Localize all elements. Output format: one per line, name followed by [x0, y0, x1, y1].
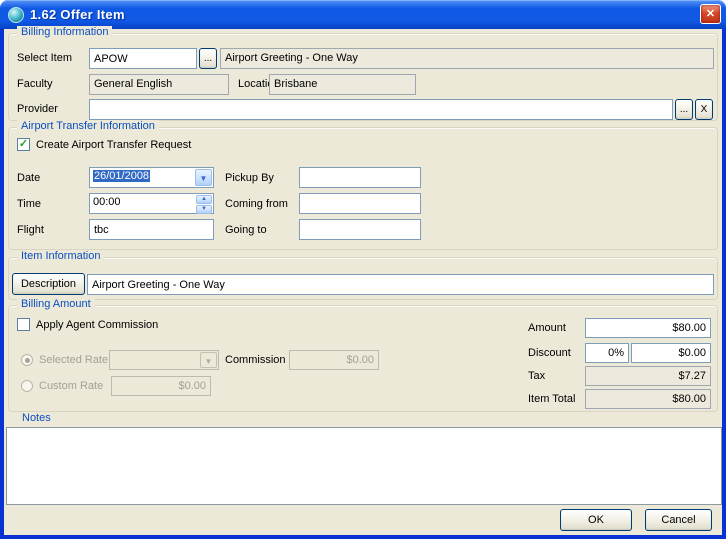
time-value: 00:00 — [90, 194, 195, 213]
custom-rate-label: Custom Rate — [39, 380, 103, 392]
select-item-input[interactable] — [89, 48, 197, 69]
select-item-label: Select Item — [17, 52, 72, 64]
pickup-by-label: Pickup By — [225, 172, 274, 184]
airport-transfer-group: Airport Transfer Information ✓ Create Ai… — [8, 127, 718, 250]
date-label: Date — [17, 172, 40, 184]
provider-browse-button[interactable]: ... — [675, 99, 693, 120]
amount-label: Amount — [528, 322, 566, 334]
faculty-label: Faculty — [17, 78, 52, 90]
selected-rate-value — [110, 351, 199, 369]
selected-rate-select: ▼ — [109, 350, 219, 370]
selected-rate-label: Selected Rate — [39, 354, 108, 366]
location-display: Brisbane — [269, 74, 416, 95]
time-spinner[interactable]: 00:00 ▲ ▼ — [89, 193, 214, 214]
select-item-browse-button[interactable]: ... — [199, 48, 217, 69]
description-button[interactable]: Description — [12, 273, 85, 295]
discount-amount-input[interactable] — [631, 343, 711, 363]
item-total-label: Item Total — [528, 393, 576, 405]
commission-display: $0.00 — [289, 350, 379, 370]
dialog-content: Billing Information Select Item ... Airp… — [4, 29, 722, 535]
create-transfer-label: Create Airport Transfer Request — [36, 139, 191, 151]
commission-label: Commission — [225, 354, 286, 366]
apply-commission-label: Apply Agent Commission — [36, 319, 158, 331]
custom-rate-radio — [21, 380, 33, 392]
provider-clear-button[interactable]: X — [695, 99, 713, 120]
check-icon: ✓ — [18, 139, 29, 150]
coming-from-label: Coming from — [225, 198, 288, 210]
flight-input[interactable] — [89, 219, 214, 240]
offer-item-dialog: 1.62 Offer Item ✕ Billing Information Se… — [0, 0, 726, 539]
coming-from-input[interactable] — [299, 193, 421, 214]
tax-label: Tax — [528, 370, 545, 382]
titlebar[interactable]: 1.62 Offer Item — [0, 0, 726, 29]
tax-display: $7.27 — [585, 366, 711, 386]
billing-information-legend: Billing Information — [17, 26, 112, 38]
description-input[interactable] — [87, 274, 714, 295]
notes-textarea[interactable] — [6, 427, 722, 505]
billing-amount-legend: Billing Amount — [17, 298, 95, 310]
window-title: 1.62 Offer Item — [30, 7, 125, 22]
amount-input[interactable] — [585, 318, 711, 338]
date-dropdown-icon[interactable]: ▼ — [195, 169, 212, 186]
cancel-button[interactable]: Cancel — [645, 509, 712, 531]
create-transfer-checkbox[interactable]: ✓ — [17, 138, 30, 151]
radio-dot-icon — [25, 358, 30, 363]
time-spin-up-button[interactable]: ▲ — [196, 195, 212, 204]
close-icon: ✕ — [706, 8, 715, 20]
pickup-by-input[interactable] — [299, 167, 421, 188]
item-description-display: Airport Greeting - One Way — [220, 48, 714, 69]
item-total-display: $80.00 — [585, 389, 711, 409]
selected-rate-dropdown-icon: ▼ — [200, 352, 217, 368]
billing-amount-group: Billing Amount Apply Agent Commission Se… — [8, 305, 718, 412]
going-to-input[interactable] — [299, 219, 421, 240]
item-information-group: Item Information Description — [8, 257, 718, 300]
flight-label: Flight — [17, 224, 44, 236]
date-select[interactable]: 26/01/2008 ▼ — [89, 167, 214, 188]
selected-rate-radio — [21, 354, 33, 366]
custom-rate-display: $0.00 — [111, 376, 211, 396]
discount-percent-input[interactable] — [585, 343, 629, 363]
item-information-legend: Item Information — [17, 250, 104, 262]
notes-legend: Notes — [22, 412, 51, 424]
close-button[interactable]: ✕ — [700, 4, 721, 24]
app-icon — [8, 7, 24, 23]
billing-information-group: Billing Information Select Item ... Airp… — [8, 33, 718, 121]
provider-label: Provider — [17, 103, 58, 115]
discount-label: Discount — [528, 347, 571, 359]
apply-commission-checkbox[interactable] — [17, 318, 30, 331]
time-spin-down-button[interactable]: ▼ — [196, 205, 212, 214]
airport-transfer-legend: Airport Transfer Information — [17, 120, 159, 132]
ok-button[interactable]: OK — [560, 509, 632, 531]
provider-input[interactable] — [89, 99, 673, 120]
time-label: Time — [17, 198, 41, 210]
going-to-label: Going to — [225, 224, 267, 236]
date-value: 26/01/2008 — [93, 170, 150, 182]
faculty-display: General English — [89, 74, 229, 95]
